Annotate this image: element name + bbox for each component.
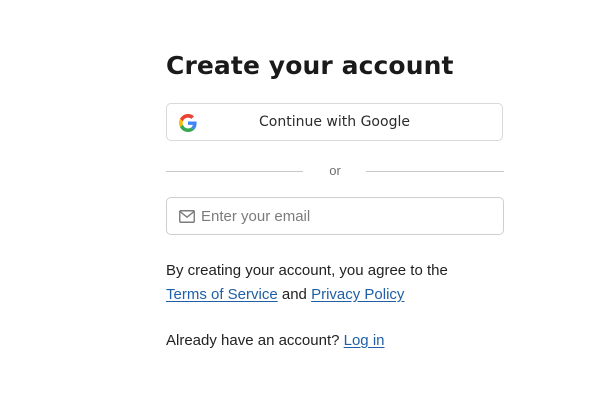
google-g-icon	[179, 114, 197, 132]
login-prompt-text: Already have an account?	[166, 332, 340, 349]
divider-line-right	[366, 171, 504, 172]
privacy-policy-link[interactable]: Privacy Policy	[311, 286, 404, 303]
terms-prefix-text: By creating your account, you agree to t…	[166, 262, 448, 279]
page-title: Create your account	[166, 51, 454, 80]
signup-page: Create your account Continue with Google…	[0, 0, 610, 395]
terms-of-service-link[interactable]: Terms of Service	[166, 286, 278, 303]
login-prompt: Already have an account? Log in	[166, 329, 385, 353]
divider-line-left	[166, 171, 303, 172]
divider-or-text: or	[329, 163, 341, 178]
continue-with-google-button[interactable]: Continue with Google	[166, 103, 503, 141]
mail-icon	[179, 210, 195, 223]
terms-and-text: and	[281, 286, 307, 303]
terms-notice: By creating your account, you agree to t…	[166, 259, 506, 307]
email-input[interactable]	[201, 198, 491, 234]
google-button-label: Continue with Google	[259, 114, 410, 130]
email-field[interactable]	[166, 197, 504, 235]
log-in-link[interactable]: Log in	[344, 332, 385, 349]
